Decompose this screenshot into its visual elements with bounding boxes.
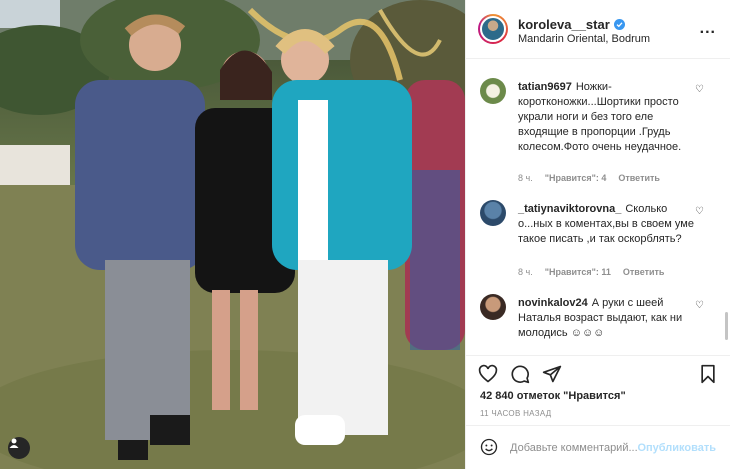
post-timestamp[interactable]: 11 ЧАСОВ НАЗАД — [480, 409, 551, 418]
comment-meta: 8 ч. "Нравится": 4 Ответить — [518, 173, 660, 183]
post-side-panel: koroleva__star Mandarin Oriental, Bodrum… — [465, 0, 730, 469]
comment-body: novinkalov24 А руки с шеей Наталья возрас… — [518, 296, 700, 341]
comments-scrollbar[interactable] — [725, 312, 728, 340]
comment-reply-button[interactable]: Ответить — [623, 267, 665, 277]
author-username-text[interactable]: koroleva__star — [518, 17, 610, 32]
comment-like-icon[interactable]: ♡ — [695, 300, 704, 311]
save-bookmark-icon[interactable] — [698, 364, 718, 389]
post-header: koroleva__star Mandarin Oriental, Bodrum… — [466, 0, 730, 59]
comment-avatar[interactable] — [480, 200, 506, 226]
comment-username[interactable]: novinkalov24 — [518, 297, 588, 309]
comment-avatar[interactable] — [480, 294, 506, 320]
comment-reply-button[interactable]: Ответить — [618, 173, 660, 183]
publish-button[interactable]: Опубликовать — [637, 442, 716, 454]
photo-illustration — [0, 0, 465, 469]
author-avatar[interactable] — [478, 14, 508, 44]
comment-likes-count[interactable]: "Нравится": 11 — [545, 267, 611, 277]
tagged-users-icon[interactable] — [8, 437, 30, 459]
verified-badge-icon — [613, 19, 625, 30]
share-direct-icon[interactable] — [542, 364, 562, 389]
post-photo[interactable] — [0, 0, 465, 469]
comment-likes-count[interactable]: "Нравится": 4 — [545, 173, 607, 183]
comments-list: tatian9697 Ножки-коротконожки...Шортики п… — [466, 58, 730, 355]
comment-input[interactable] — [510, 442, 650, 454]
comment-meta: 8 ч. "Нравится": 11 Ответить — [518, 267, 664, 277]
emoji-icon[interactable] — [480, 438, 498, 461]
comment-avatar[interactable] — [480, 78, 506, 104]
comment-body: _tatiynaviktorovna_ Сколько о...ных в ком… — [518, 202, 700, 247]
comment-time: 8 ч. — [518, 267, 533, 277]
likes-count[interactable]: 42 840 отметок "Нравится" — [480, 390, 626, 402]
comment-bubble-icon[interactable] — [510, 364, 530, 389]
comment-body: tatian9697 Ножки-коротконожки...Шортики п… — [518, 80, 700, 155]
comment-like-icon[interactable]: ♡ — [695, 84, 704, 95]
post-location[interactable]: Mandarin Oriental, Bodrum — [518, 33, 650, 45]
more-options-icon[interactable]: ... — [700, 20, 716, 38]
like-heart-icon[interactable] — [478, 364, 498, 389]
comment-username[interactable]: tatian9697 — [518, 81, 572, 93]
comment-username[interactable]: _tatiynaviktorovna_ — [518, 203, 621, 215]
add-comment-bar: Опубликовать — [466, 425, 730, 470]
comment-like-icon[interactable]: ♡ — [695, 206, 704, 217]
author-username[interactable]: koroleva__star — [518, 17, 625, 32]
comment-time: 8 ч. — [518, 173, 533, 183]
